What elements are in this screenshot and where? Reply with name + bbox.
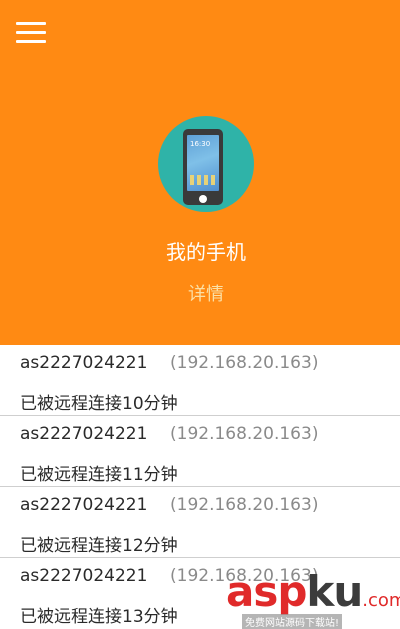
connection-ip: (192.168.20.163) (170, 495, 319, 515)
connection-host: as2227024221 (20, 495, 148, 515)
menu-bar (16, 40, 46, 43)
details-link[interactable]: 详情 (0, 280, 400, 306)
phone-name-title: 我的手机 (166, 240, 246, 264)
menu-bar (16, 22, 46, 25)
list-item[interactable]: as2227024221 (192.168.20.163) 已被远程连接10分钟 (0, 345, 400, 416)
connection-host: as2227024221 (20, 424, 148, 444)
phone-screen-time: 16:30 (190, 140, 211, 148)
phone-home-button (199, 195, 207, 203)
connection-ip: (192.168.20.163) (170, 424, 319, 444)
connection-ip: (192.168.20.163) (170, 353, 319, 373)
watermark-part3: .com (362, 590, 400, 611)
watermark-subtitle: 免费网站源码下载站! (242, 614, 343, 629)
list-item[interactable]: as2227024221 (192.168.20.163) 已被远程连接11分钟 (0, 416, 400, 487)
watermark-part1: asp (226, 567, 307, 616)
connection-status: 已被远程连接13分钟 (20, 607, 178, 627)
phone-icon: 16:30 (183, 129, 223, 205)
phone-screen: 16:30 (187, 135, 219, 191)
connection-status: 已被远程连接10分钟 (20, 394, 178, 414)
phone-app-icons (190, 175, 216, 185)
watermark-logo: aspku.com 免费网站源码下载站! (226, 567, 400, 629)
phone-avatar[interactable]: 16:30 (158, 116, 254, 212)
menu-icon[interactable] (14, 17, 48, 45)
connection-status: 已被远程连接11分钟 (20, 465, 178, 485)
menu-bar (16, 31, 46, 34)
connection-status: 已被远程连接12分钟 (20, 536, 178, 556)
connection-host: as2227024221 (20, 353, 148, 373)
list-item[interactable]: as2227024221 (192.168.20.163) 已被远程连接12分钟 (0, 487, 400, 558)
header-banner: 16:30 我的手机 详情 (0, 0, 400, 345)
watermark-part2: ku (306, 567, 363, 616)
connection-host: as2227024221 (20, 566, 148, 586)
